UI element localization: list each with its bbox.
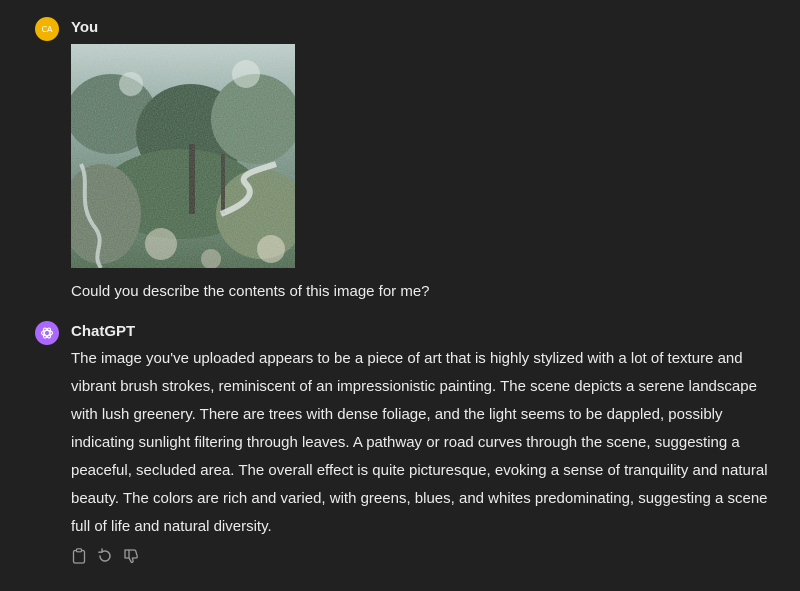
thumbs-down-button[interactable] xyxy=(123,548,139,564)
assistant-avatar xyxy=(35,321,59,345)
assistant-message-text: The image you've uploaded appears to be … xyxy=(71,350,768,535)
uploaded-image[interactable] xyxy=(71,44,295,268)
copy-button[interactable] xyxy=(71,548,87,564)
copy-icon xyxy=(72,548,86,564)
message-actions xyxy=(71,548,139,564)
user-avatar: CA xyxy=(35,17,59,41)
regenerate-button[interactable] xyxy=(97,548,113,564)
assistant-author-name: ChatGPT xyxy=(71,323,136,340)
thumbs-down-icon xyxy=(124,549,138,564)
user-author-name: You xyxy=(71,19,99,36)
user-message-text: Could you describe the contents of this … xyxy=(71,283,430,300)
regenerate-icon xyxy=(98,548,111,562)
user-avatar-initials: CA xyxy=(41,24,53,34)
openai-logo-icon xyxy=(40,327,54,339)
impressionist-landscape-image xyxy=(71,44,295,268)
